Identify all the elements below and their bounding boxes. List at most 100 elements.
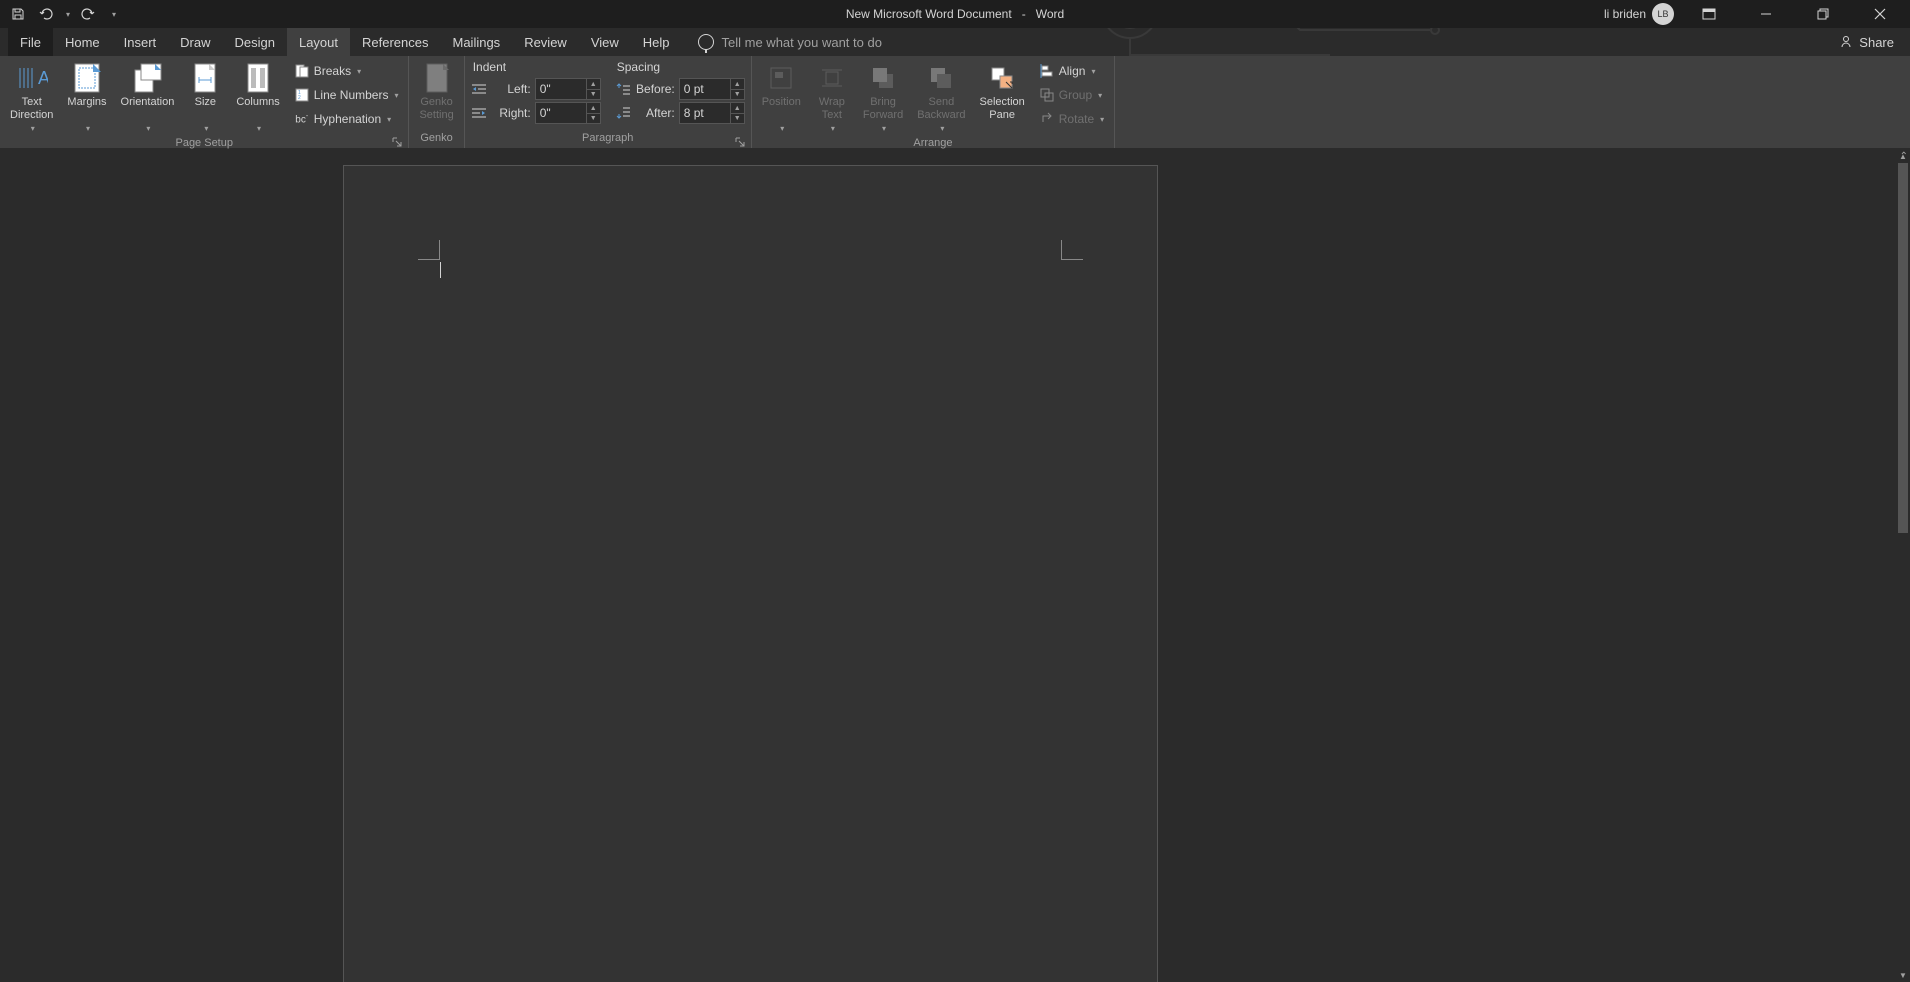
orientation-icon bbox=[131, 62, 163, 94]
redo-button[interactable] bbox=[78, 4, 98, 24]
qat-customize-icon[interactable]: ▾ bbox=[112, 10, 116, 19]
selection-pane-button[interactable]: Selection Pane bbox=[976, 60, 1029, 124]
spin-up-icon[interactable]: ▲ bbox=[730, 79, 744, 89]
spacing-after-icon bbox=[615, 105, 631, 121]
user-name: li briden bbox=[1604, 7, 1646, 21]
tab-help[interactable]: Help bbox=[631, 28, 682, 56]
titlebar: ▾ ▾ New Microsoft Word Document - Word l… bbox=[0, 0, 1910, 28]
share-icon bbox=[1839, 35, 1853, 49]
tab-draw[interactable]: Draw bbox=[168, 28, 222, 56]
margin-guide-tr bbox=[1061, 240, 1083, 260]
spin-down-icon[interactable]: ▼ bbox=[586, 113, 600, 123]
group-paragraph: Indent Left: ▲▼ Right: ▲▼ bbox=[465, 56, 752, 148]
chevron-down-icon: ▾ bbox=[1091, 67, 1095, 76]
chevron-down-icon: ▾ bbox=[257, 122, 261, 135]
group-label: Paragraph bbox=[471, 132, 745, 148]
breaks-icon bbox=[294, 63, 310, 79]
columns-button[interactable]: Columns▾ bbox=[232, 60, 283, 137]
wrap-text-button: Wrap Text▾ bbox=[811, 60, 853, 137]
margins-button[interactable]: Margins▾ bbox=[63, 60, 110, 137]
page[interactable] bbox=[343, 165, 1158, 982]
maximize-button[interactable] bbox=[1800, 0, 1845, 28]
tab-mailings[interactable]: Mailings bbox=[441, 28, 513, 56]
share-button[interactable]: Share bbox=[1839, 35, 1894, 50]
page-setup-launcher[interactable] bbox=[392, 134, 404, 146]
vertical-scrollbar[interactable]: ▲ ▼ bbox=[1896, 149, 1910, 982]
ribbon: A Text Direction▾ Margins▾ Orientation▾ bbox=[0, 56, 1910, 149]
collapse-ribbon-button[interactable]: ⌃ bbox=[1900, 151, 1908, 162]
chevron-down-icon: ▾ bbox=[204, 122, 208, 135]
hyphenation-button[interactable]: bc- Hyphenation▾ bbox=[290, 108, 403, 130]
chevron-down-icon: ▾ bbox=[882, 122, 886, 135]
spin-up-icon[interactable]: ▲ bbox=[730, 103, 744, 113]
scroll-thumb[interactable] bbox=[1898, 163, 1908, 533]
close-button[interactable] bbox=[1857, 0, 1902, 28]
scroll-down-button[interactable]: ▼ bbox=[1896, 968, 1910, 982]
undo-button[interactable] bbox=[36, 4, 56, 24]
indent-left-input[interactable]: ▲▼ bbox=[535, 78, 601, 100]
minimize-button[interactable] bbox=[1743, 0, 1788, 28]
tab-design[interactable]: Design bbox=[223, 28, 287, 56]
before-label: Before: bbox=[635, 82, 675, 96]
bring-forward-icon bbox=[867, 62, 899, 94]
chevron-down-icon: ▾ bbox=[780, 122, 784, 135]
tab-references[interactable]: References bbox=[350, 28, 440, 56]
spacing-heading: Spacing bbox=[615, 60, 745, 74]
tell-me-search[interactable]: Tell me what you want to do bbox=[682, 34, 882, 50]
text-direction-button[interactable]: A Text Direction▾ bbox=[6, 60, 57, 137]
text-direction-icon: A bbox=[16, 62, 48, 94]
scroll-track[interactable] bbox=[1896, 163, 1910, 968]
size-button[interactable]: Size▾ bbox=[184, 60, 226, 137]
tab-file[interactable]: File bbox=[8, 28, 53, 56]
spacing-after-input[interactable]: ▲▼ bbox=[679, 102, 745, 124]
indent-right-icon bbox=[471, 105, 487, 121]
left-label: Left: bbox=[491, 82, 531, 96]
tab-insert[interactable]: Insert bbox=[112, 28, 169, 56]
margins-icon bbox=[71, 62, 103, 94]
svg-text:2: 2 bbox=[298, 95, 301, 101]
chevron-down-icon: ▾ bbox=[1098, 91, 1102, 100]
chevron-down-icon: ▾ bbox=[387, 115, 391, 124]
paragraph-launcher[interactable] bbox=[735, 134, 747, 146]
indent-right-field[interactable] bbox=[536, 106, 586, 120]
tab-home[interactable]: Home bbox=[53, 28, 112, 56]
align-button[interactable]: Align▾ bbox=[1035, 60, 1108, 82]
spacing-after-field[interactable] bbox=[680, 106, 730, 120]
chevron-down-icon: ▾ bbox=[31, 122, 35, 135]
spin-down-icon[interactable]: ▼ bbox=[730, 113, 744, 123]
size-icon bbox=[189, 62, 221, 94]
quick-access-toolbar: ▾ ▾ bbox=[0, 4, 116, 24]
indent-right-input[interactable]: ▲▼ bbox=[535, 102, 601, 124]
chevron-down-icon: ▾ bbox=[1100, 115, 1104, 124]
hyphenation-icon: bc- bbox=[294, 111, 310, 127]
genko-setting-button: Genko Setting bbox=[415, 60, 457, 124]
spin-down-icon[interactable]: ▼ bbox=[730, 89, 744, 99]
spacing-before-field[interactable] bbox=[680, 82, 730, 96]
position-button: Position▾ bbox=[758, 60, 805, 137]
wrap-text-icon bbox=[816, 62, 848, 94]
user-account[interactable]: li briden LB bbox=[1604, 3, 1674, 25]
columns-icon bbox=[242, 62, 274, 94]
tell-me-placeholder: Tell me what you want to do bbox=[722, 35, 882, 50]
chevron-down-icon: ▾ bbox=[86, 122, 90, 135]
chevron-down-icon: ▾ bbox=[940, 122, 944, 135]
breaks-button[interactable]: Breaks▾ bbox=[290, 60, 403, 82]
indent-left-field[interactable] bbox=[536, 82, 586, 96]
line-numbers-button[interactable]: 12 Line Numbers▾ bbox=[290, 84, 403, 106]
tab-review[interactable]: Review bbox=[512, 28, 579, 56]
tab-view[interactable]: View bbox=[579, 28, 631, 56]
spacing-before-icon bbox=[615, 81, 631, 97]
position-icon bbox=[765, 62, 797, 94]
spacing-before-input[interactable]: ▲▼ bbox=[679, 78, 745, 100]
spin-down-icon[interactable]: ▼ bbox=[586, 89, 600, 99]
document-area[interactable] bbox=[0, 149, 1896, 982]
spin-up-icon[interactable]: ▲ bbox=[586, 103, 600, 113]
chevron-down-icon: ▾ bbox=[146, 122, 150, 135]
save-button[interactable] bbox=[8, 4, 28, 24]
ribbon-display-button[interactable] bbox=[1686, 0, 1731, 28]
orientation-button[interactable]: Orientation▾ bbox=[117, 60, 179, 137]
tab-layout[interactable]: Layout bbox=[287, 28, 350, 56]
spin-up-icon[interactable]: ▲ bbox=[586, 79, 600, 89]
undo-dropdown-icon[interactable]: ▾ bbox=[66, 10, 70, 19]
selection-pane-icon bbox=[986, 62, 1018, 94]
